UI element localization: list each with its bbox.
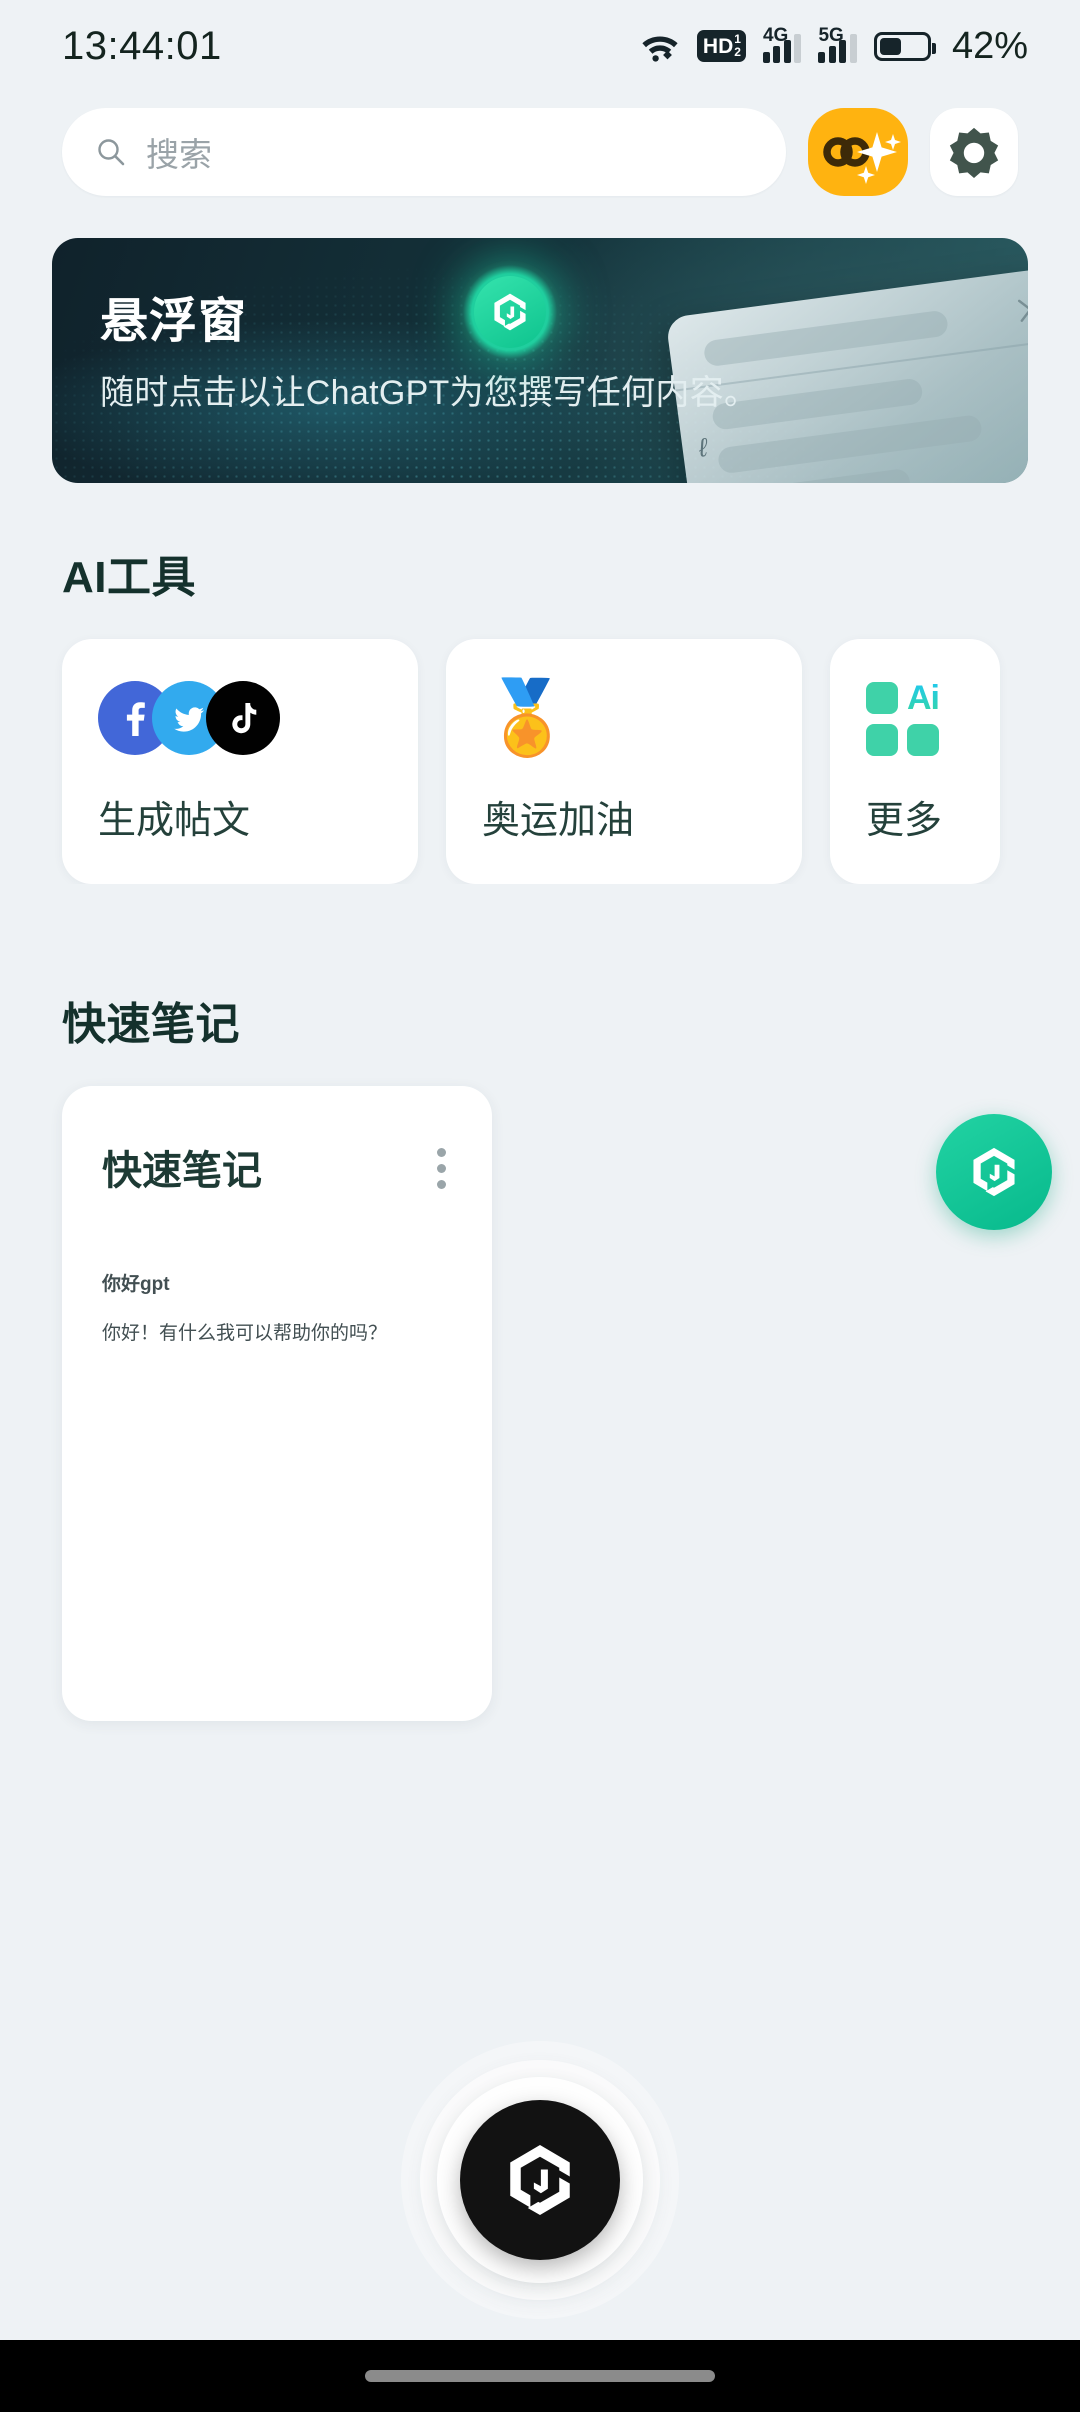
grid-square [866,681,898,714]
note-card-header: 快速笔记 [102,1138,452,1199]
gear-icon [949,127,999,178]
floating-action-button[interactable] [936,1114,1052,1230]
ai-tools-row: 生成帖文 🏅 奥运加油 Ai 更多 [0,605,1080,884]
signal-4g-icon: 4G [762,25,802,63]
ai-sparkle-icon [823,132,901,184]
app-logo-icon [494,293,526,331]
social-stack-icon [98,675,418,761]
hd-slot-indicator: 1 2 [734,33,741,58]
status-time: 13:44:01 [62,23,222,68]
note-card[interactable]: 快速笔记 你好gpt 你好！有什么我可以帮助你的吗？ [62,1086,492,1721]
tool-card-label: 生成帖文 [98,800,251,842]
note-body: 你好gpt 你好！有什么我可以帮助你的吗？ [102,1269,452,1345]
app-logo-icon [510,2145,570,2215]
signal-4g-label: 4G [762,25,789,46]
floating-window-banner[interactable]: ℓ ℓ ℓ 悬浮窗 随时点击以让ChatGPT为您撰写任何内容。 [52,238,1028,483]
battery-percent: 42% [951,24,1028,67]
signal-5g-icon: 5G [818,25,857,63]
grid-ai-icon: Ai [866,675,1000,761]
wifi-icon [642,36,678,62]
note-title: 快速笔记 [102,1149,262,1193]
note-line: 你好gpt [102,1274,170,1295]
battery-fill [879,37,902,55]
orb-core[interactable] [460,2100,620,2260]
quick-notes-heading: 快速笔记 [62,1000,240,1049]
quick-notes-list: 快速笔记 你好gpt 你好！有什么我可以帮助你的吗？ [0,1052,1080,1721]
signal-5g-label: 5G [818,25,844,46]
kebab-menu-icon[interactable] [431,1138,452,1199]
banner-title: 悬浮窗 [100,295,248,348]
home-orb-button[interactable] [400,2040,680,2320]
search-icon [98,139,125,166]
grid-square [866,723,898,756]
settings-button[interactable] [930,108,1018,196]
pen-icon: ℓ [696,432,709,463]
app-logo-icon [973,1147,1015,1197]
system-navigation-bar [0,2340,1080,2412]
medal-emoji: 🏅 [482,678,572,758]
search-placeholder: 搜索 [146,136,212,173]
note-line: 你好！有什么我可以帮助你的吗？ [102,1323,388,1344]
tool-card-generate-post[interactable]: 生成帖文 [62,639,418,884]
medal-icon: 🏅 [482,675,802,761]
banner-subtitle: 随时点击以让ChatGPT为您撰写任何内容。 [100,373,759,412]
status-bar: 13:44:01 HD 1 2 4G 5G 42% [0,0,1080,92]
ai-label: Ai [907,678,940,717]
tool-card-olympics[interactable]: 🏅 奥运加油 [446,639,802,884]
hd-call-icon: HD 1 2 [696,30,746,62]
close-icon [1017,297,1028,322]
tool-card-label: 更多 [866,800,943,842]
search-input[interactable]: 搜索 [62,108,786,196]
grid-square [907,723,939,756]
status-icon-group: HD 1 2 4G 5G 42% [640,25,1028,68]
banner-logo-badge [458,260,562,364]
ai-tools-heading: AI工具 [62,553,196,602]
tiktok-icon [206,681,280,755]
home-gesture-pill[interactable] [365,2370,715,2382]
ai-assistant-button[interactable] [808,108,908,196]
hd-label: HD [702,34,734,58]
banner-text-block: 悬浮窗 随时点击以让ChatGPT为您撰写任何内容。 [100,295,759,414]
tool-card-more[interactable]: Ai 更多 [830,639,1000,884]
battery-icon [873,31,936,61]
phone-screen: 13:44:01 HD 1 2 4G 5G 42% 搜索 ℓ 悬浮窗 随时点击以… [0,0,1080,2412]
search-row: 搜索 [0,92,1080,196]
hd-sub: 2 [734,45,741,59]
tool-card-label: 奥运加油 [482,800,635,842]
